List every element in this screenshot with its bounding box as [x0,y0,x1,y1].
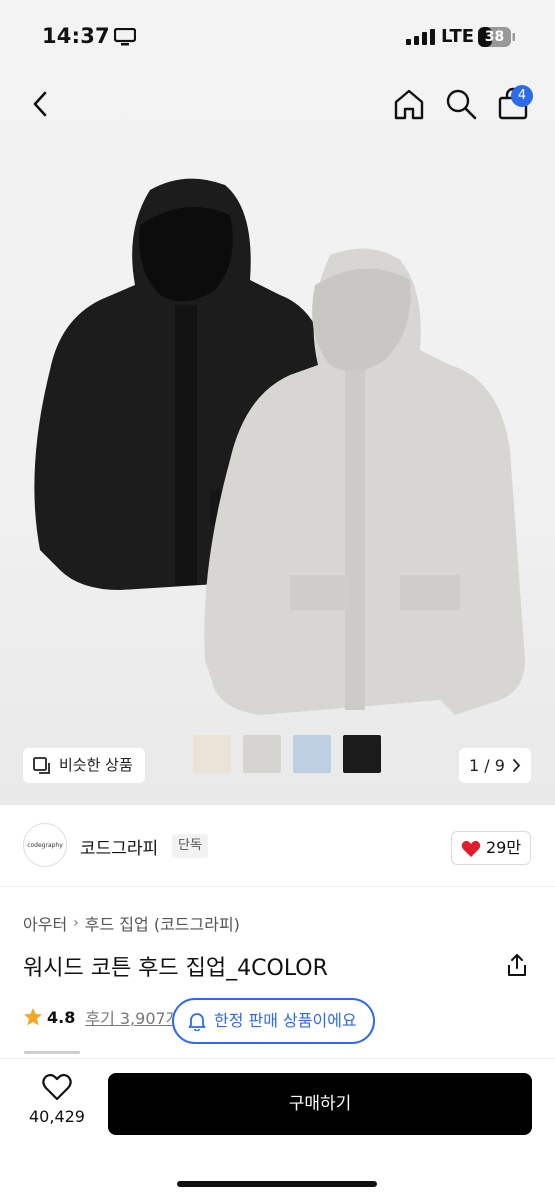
rating-value: 4.8 [47,1007,76,1027]
brand-like-button[interactable]: 29만 [451,831,531,865]
similar-products-button[interactable]: 비슷한 상품 [23,748,145,783]
brand-name[interactable]: 코드그라피 [80,834,158,859]
product-photo [34,178,526,716]
chevron-right-icon: › [73,915,79,931]
brand-logo[interactable]: codegraphy [23,823,67,867]
heart-filled-icon [461,840,481,857]
chevron-right-icon [513,759,521,772]
home-icon[interactable] [392,87,426,121]
wishlist-count: 40,429 [29,1107,85,1126]
product-image-gallery[interactable]: 4 비슷한 상품 1 / 9 [0,75,555,805]
exclusive-badge: 단독 [172,834,208,858]
search-icon[interactable] [444,87,478,121]
brand-logo-text: codegraphy [27,842,63,849]
bell-icon [188,1013,206,1031]
network-type: LTE [441,26,475,47]
cellular-signal-icon [406,29,435,45]
color-swatch-list [193,735,381,775]
swatch-black[interactable] [343,735,381,773]
battery-icon: 38 [478,27,516,47]
breadcrumb: 아우터 › 후드 집업 (코드그라피) [23,911,240,935]
rating-row: 4.8 후기 3,907개 [23,1005,180,1029]
swatch-sky-blue[interactable] [293,735,331,773]
wishlist-button[interactable]: 40,429 [22,1073,92,1137]
swatch-cream[interactable] [193,735,231,773]
bottom-action-bar: 40,429 구매하기 [0,1058,555,1200]
review-count-link[interactable]: 후기 3,907개 [85,1005,180,1029]
limited-sale-notice: 한정 판매 상품이에요 [172,998,375,1044]
home-indicator [177,1181,377,1187]
similar-items-icon [33,757,50,774]
status-bar: 14:37 LTE 38 [0,0,555,75]
breadcrumb-item[interactable]: 아우터 [23,911,67,935]
back-arrow-icon[interactable] [26,89,56,119]
breadcrumb-item[interactable]: 후드 집업 (코드그라피) [85,911,240,935]
screen-mirroring-icon [114,28,136,46]
cart-count-badge: 4 [511,85,533,107]
brand-like-count: 29만 [486,838,522,857]
buy-button[interactable]: 구매하기 [108,1073,532,1135]
battery-level: 38 [484,29,505,45]
limited-sale-label: 한정 판매 상품이에요 [214,1011,357,1030]
page-indicator-text: 1 / 9 [469,756,505,775]
section-divider [24,1051,80,1054]
image-page-indicator[interactable]: 1 / 9 [459,748,531,783]
star-icon [24,1008,42,1026]
status-time: 14:37 [42,24,110,48]
swatch-light-gray[interactable] [243,735,281,773]
heart-outline-icon [42,1073,72,1101]
share-icon[interactable] [505,953,529,977]
brand-row: codegraphy 코드그라피 단독 29만 [0,805,555,887]
similar-products-label: 비슷한 상품 [59,756,133,774]
product-title: 워시드 코튼 후드 집업_4COLOR [23,956,328,981]
